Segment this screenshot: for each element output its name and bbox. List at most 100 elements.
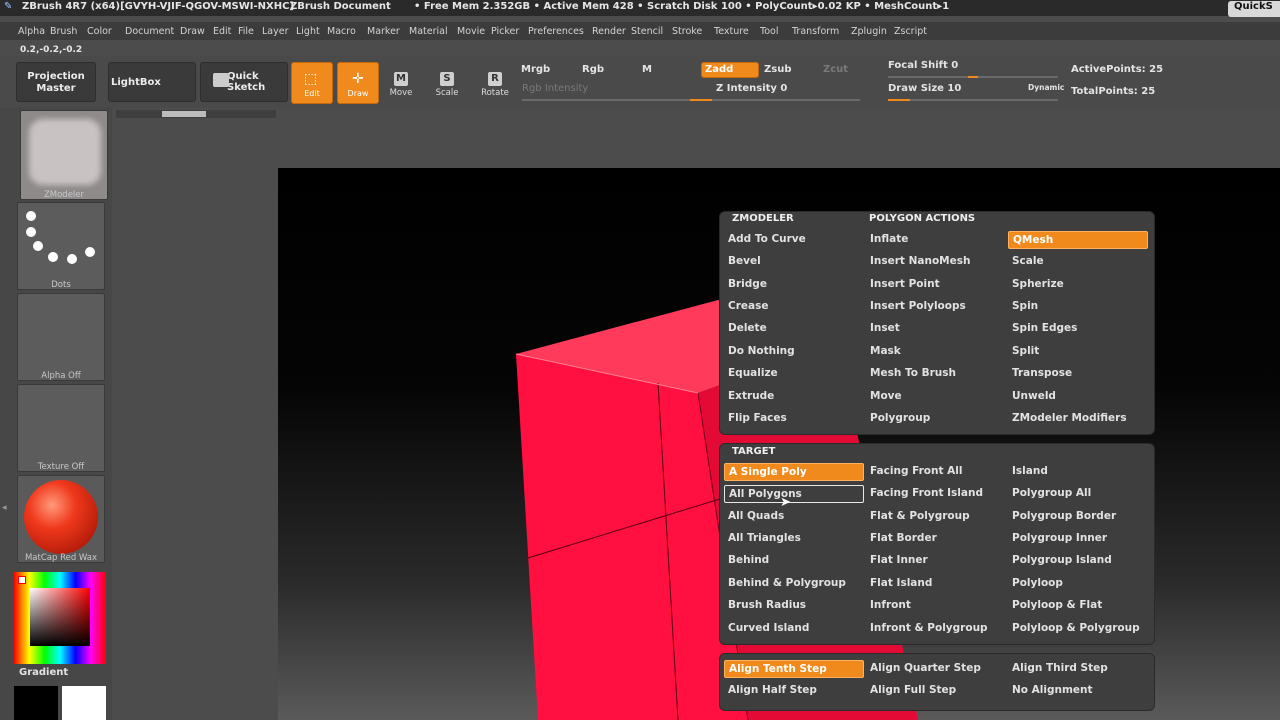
align-third-step[interactable]: Align Third Step [1008,660,1148,678]
rotate-button[interactable]: R Rotate [478,68,512,108]
action-mask[interactable]: Mask [866,343,1006,361]
menu-macro[interactable]: Macro [327,26,356,37]
action-flip-faces[interactable]: Flip Faces [724,410,864,428]
draw-size-slider[interactable] [888,99,1058,101]
action-crease[interactable]: Crease [724,298,864,316]
target-flat-island[interactable]: Flat Island [866,575,1006,593]
target-all-triangles[interactable]: All Triangles [724,530,864,548]
action-bevel[interactable]: Bevel [724,253,864,271]
target-all-polygons[interactable]: All Polygons [724,485,864,503]
action-scale[interactable]: Scale [1008,253,1148,271]
action-inflate[interactable]: Inflate [866,231,1006,249]
zsub-button[interactable]: Zsub [764,64,791,75]
quick-sketch-button[interactable]: Quick Sketch [200,62,288,102]
target-infront-polygroup[interactable]: Infront & Polygroup [866,620,1006,638]
align-tenth-step[interactable]: Align Tenth Step [724,660,864,678]
menu-stroke[interactable]: Stroke [672,26,702,37]
align-quarter-step[interactable]: Align Quarter Step [866,660,1006,678]
menu-stencil[interactable]: Stencil [631,26,663,37]
rgb-intensity-slider[interactable] [522,99,692,101]
target-facing-front-all[interactable]: Facing Front All [866,463,1006,481]
action-add-to-curve[interactable]: Add To Curve [724,231,864,249]
menu-light[interactable]: Light [296,26,320,37]
action-move[interactable]: Move [866,388,1006,406]
action-mesh-to-brush[interactable]: Mesh To Brush [866,365,1006,383]
color-picker[interactable] [14,572,106,664]
lightbox-button[interactable]: LightBox [108,62,196,102]
target-polyloop-flat[interactable]: Polyloop & Flat [1008,597,1148,615]
secondary-color-swatch[interactable] [14,686,58,720]
target-curved-island[interactable]: Curved Island [724,620,864,638]
zcut-button[interactable]: Zcut [823,64,848,75]
target-a-single-poly[interactable]: A Single Poly [724,463,864,481]
target-polyloop-polygroup[interactable]: Polyloop & Polygroup [1008,620,1148,638]
color-saturation-square[interactable] [30,588,90,646]
z-intensity-slider[interactable] [690,99,860,101]
alpha-thumb[interactable]: Alpha Off [17,293,105,381]
menu-marker[interactable]: Marker [367,26,400,37]
projection-master-button[interactable]: Projection Master [16,62,96,102]
align-full-step[interactable]: Align Full Step [866,682,1006,700]
action-delete[interactable]: Delete [724,320,864,338]
target-flat-border[interactable]: Flat Border [866,530,1006,548]
m-button[interactable]: M [642,64,652,75]
shelf-handle[interactable] [162,111,206,117]
menu-picker[interactable]: Picker [491,26,519,37]
zmodeler-brush-thumb[interactable]: ZModeler [20,110,108,200]
action-bridge[interactable]: Bridge [724,276,864,294]
move-button[interactable]: M Move [384,68,418,108]
action-split[interactable]: Split [1008,343,1148,361]
target-behind[interactable]: Behind [724,552,864,570]
action-spin-edges[interactable]: Spin Edges [1008,320,1148,338]
target-polygroup-border[interactable]: Polygroup Border [1008,508,1148,526]
action-insert-point[interactable]: Insert Point [866,276,1006,294]
target-brush-radius[interactable]: Brush Radius [724,597,864,615]
target-behind-polygroup[interactable]: Behind & Polygroup [724,575,864,593]
target-flat-polygroup[interactable]: Flat & Polygroup [866,508,1006,526]
focal-shift-slider[interactable] [888,76,1058,78]
menu-alpha[interactable]: Alpha [18,26,45,37]
menu-transform[interactable]: Transform [792,26,839,37]
action-do-nothing[interactable]: Do Nothing [724,343,864,361]
stroke-thumb[interactable]: Dots [17,202,105,290]
menu-color[interactable]: Color [87,26,112,37]
rgb-button[interactable]: Rgb [582,64,604,75]
zadd-button[interactable]: Zadd [701,62,759,78]
action-equalize[interactable]: Equalize [724,365,864,383]
menu-tool[interactable]: Tool [760,26,778,37]
action-transpose[interactable]: Transpose [1008,365,1148,383]
align-half-step[interactable]: Align Half Step [724,682,864,700]
action-spin[interactable]: Spin [1008,298,1148,316]
menu-layer[interactable]: Layer [262,26,289,37]
material-thumb[interactable]: MatCap Red Wax [17,475,105,563]
menu-movie[interactable]: Movie [457,26,485,37]
target-polygroup-island[interactable]: Polygroup Island [1008,552,1148,570]
dynamic-toggle[interactable]: Dynamic [1028,83,1064,92]
target-infront[interactable]: Infront [866,597,1006,615]
menu-file[interactable]: File [238,26,254,37]
menu-zscript[interactable]: Zscript [894,26,927,37]
action-zmodeler-modifiers[interactable]: ZModeler Modifiers [1008,410,1148,428]
menu-document[interactable]: Document [125,26,174,37]
target-all-quads[interactable]: All Quads [724,508,864,526]
menu-zplugin[interactable]: Zplugin [851,26,887,37]
menu-material[interactable]: Material [409,26,448,37]
menu-edit[interactable]: Edit [213,26,231,37]
action-spherize[interactable]: Spherize [1008,276,1148,294]
menu-texture[interactable]: Texture [714,26,749,37]
scale-button[interactable]: S Scale [430,68,464,108]
action-inset[interactable]: Inset [866,320,1006,338]
menu-render[interactable]: Render [592,26,626,37]
action-extrude[interactable]: Extrude [724,388,864,406]
left-tray-arrow-icon[interactable]: ◂ [2,503,8,517]
target-polygroup-inner[interactable]: Polygroup Inner [1008,530,1148,548]
menu-draw[interactable]: Draw [180,26,205,37]
quicksave-button[interactable]: QuickS [1228,1,1280,17]
texture-thumb[interactable]: Texture Off [17,384,105,472]
mrgb-button[interactable]: Mrgb [521,64,550,75]
menu-brush[interactable]: Brush [50,26,77,37]
draw-button[interactable]: ✛ Draw [337,62,379,104]
menu-preferences[interactable]: Preferences [528,26,584,37]
edit-button[interactable]: ⬚ Edit [291,62,333,104]
action-polygroup[interactable]: Polygroup [866,410,1006,428]
